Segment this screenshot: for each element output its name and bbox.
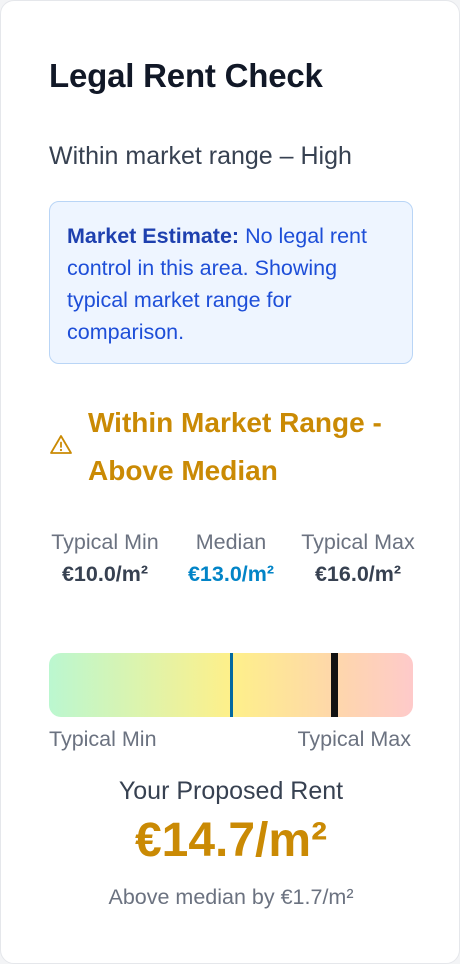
typical-min-stat: Typical Min €10.0/m² [41,526,169,590]
notice-label: Market Estimate: [67,224,240,248]
market-estimate-notice: Market Estimate: No legal rent control i… [49,201,413,364]
median-difference-note: Above median by €1.7/m² [108,885,354,909]
median-value: €13.0/m² [187,562,275,586]
typical-min-value: €10.0/m² [61,562,149,586]
card-title: Legal Rent Check [49,57,323,94]
typical-max-stat: Typical Max €16.0/m² [294,526,422,590]
typical-min-label: Typical Min [51,530,159,554]
bar-min-label: Typical Min [49,727,157,751]
proposed-rent-value: €14.7/m² [134,814,328,867]
warning-icon [50,435,72,454]
bar-max-label: Typical Max [297,727,411,751]
card-subtitle: Within market range – High [49,142,352,170]
market-range-bar [49,653,413,717]
range-status-text: Within Market Range - Above Median [88,407,382,486]
typical-max-label: Typical Max [301,530,415,554]
rent-check-card: Legal Rent Check Within market range – H… [0,0,460,964]
typical-max-value: €16.0/m² [314,562,402,586]
proposed-rent-label: Your Proposed Rent [118,777,344,805]
proposed-rent-marker [330,653,338,717]
median-label: Median [195,530,267,554]
median-marker [229,653,233,717]
median-stat: Median €13.0/m² [167,526,295,590]
